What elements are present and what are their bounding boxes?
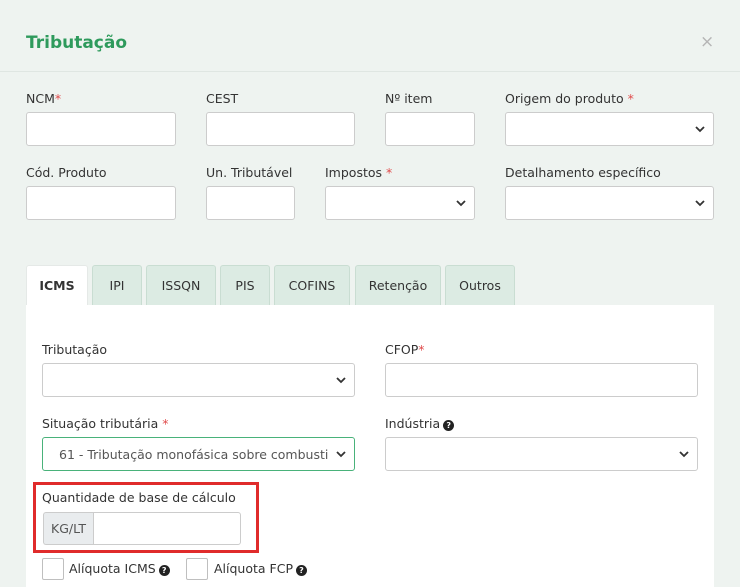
unit-addon: KG/LT: [43, 512, 93, 545]
chevron-down-icon: [695, 200, 705, 207]
un-tributavel-input[interactable]: [206, 186, 295, 220]
tab-outros[interactable]: Outros: [445, 265, 515, 305]
tab-cofins[interactable]: COFINS: [274, 265, 350, 305]
item-input[interactable]: [385, 112, 475, 146]
impostos-label: Impostos *: [325, 165, 393, 180]
cest-label: CEST: [206, 91, 239, 106]
un-tributavel-label: Un. Tributável: [206, 165, 293, 180]
tab-icms[interactable]: ICMS: [26, 265, 88, 306]
situacao-select[interactable]: 61 - Tributação monofásica sobre combust…: [42, 437, 355, 471]
aliquota-fcp-checkbox[interactable]: [186, 558, 208, 580]
help-icon[interactable]: ?: [158, 565, 170, 576]
ncm-input[interactable]: [26, 112, 176, 146]
detalhamento-label: Detalhamento específico: [505, 165, 661, 180]
tab-ipi[interactable]: IPI: [92, 265, 142, 305]
modal-title: Tributação: [26, 33, 128, 53]
tab-pis[interactable]: PIS: [220, 265, 270, 305]
quantidade-base-label: Quantidade de base de cálculo: [42, 490, 236, 505]
tributacao-select[interactable]: [42, 363, 355, 397]
ncm-label: NCM*: [26, 91, 62, 106]
tributacao-label: Tributação: [42, 342, 108, 357]
cest-input[interactable]: [206, 112, 355, 146]
help-icon[interactable]: ?: [443, 420, 455, 431]
help-icon[interactable]: ?: [296, 565, 307, 576]
industria-select[interactable]: [385, 437, 698, 471]
tab-retencao[interactable]: Retenção: [355, 265, 441, 305]
tab-issqn[interactable]: ISSQN: [146, 265, 216, 305]
situacao-label: Situação tributária *: [42, 416, 169, 431]
chevron-down-icon: [336, 451, 346, 458]
close-icon[interactable]: ×: [700, 34, 714, 51]
chevron-down-icon: [336, 377, 346, 384]
industria-label: Indústria?: [385, 416, 455, 431]
impostos-select[interactable]: [325, 186, 475, 220]
detalhamento-select[interactable]: [505, 186, 714, 220]
cfop-input[interactable]: [385, 363, 698, 397]
quantidade-base-input[interactable]: [93, 512, 241, 545]
cfop-label: CFOP*: [385, 342, 425, 357]
item-label: Nº item: [385, 91, 433, 106]
aliquota-icms-label: Alíquota ICMS?: [69, 561, 170, 576]
origem-select[interactable]: [505, 112, 714, 146]
chevron-down-icon: [679, 451, 689, 458]
chevron-down-icon: [695, 126, 705, 133]
cod-produto-input[interactable]: [26, 186, 176, 220]
chevron-down-icon: [456, 200, 466, 207]
cod-produto-label: Cód. Produto: [26, 165, 107, 180]
origem-label: Origem do produto *: [505, 91, 634, 106]
aliquota-fcp-label: Alíquota FCP?: [214, 561, 307, 576]
aliquota-icms-checkbox[interactable]: [42, 558, 64, 580]
